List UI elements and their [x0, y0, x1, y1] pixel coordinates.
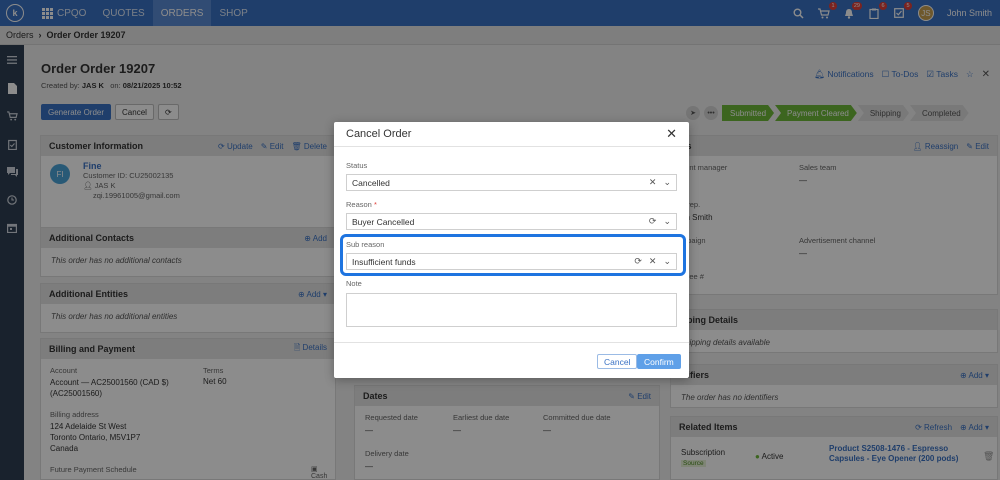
- subreason-highlight: [340, 234, 686, 276]
- note-textarea[interactable]: [346, 293, 677, 327]
- modal-cancel-button[interactable]: Cancel: [597, 354, 638, 369]
- clear-icon[interactable]: ✕: [649, 177, 657, 188]
- status-label: Status: [346, 161, 368, 170]
- close-icon[interactable]: ✕: [666, 126, 677, 142]
- reason-label: Reason *: [346, 200, 377, 209]
- modal-title: Cancel Order: [346, 128, 412, 140]
- note-label: Note: [346, 279, 362, 288]
- chevron-down-icon[interactable]: ⌄: [663, 216, 671, 227]
- refresh-icon[interactable]: ⟳: [649, 216, 657, 227]
- status-select[interactable]: Cancelled ✕ ⌄: [346, 174, 677, 191]
- reason-select[interactable]: Buyer Cancelled ⟳ ⌄: [346, 213, 677, 230]
- chevron-down-icon[interactable]: ⌄: [663, 177, 671, 188]
- modal-confirm-button[interactable]: Confirm: [637, 354, 681, 369]
